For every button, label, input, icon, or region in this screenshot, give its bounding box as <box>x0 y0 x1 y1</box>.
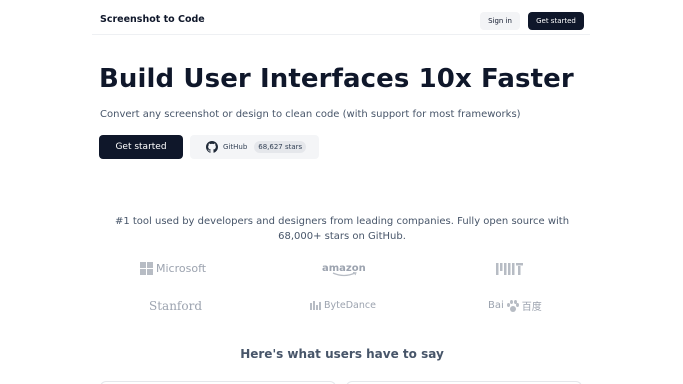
mit-logo <box>496 262 524 276</box>
brand-name[interactable]: Screenshot to Code <box>100 14 205 25</box>
hero-subtitle: Convert any screenshot or design to clea… <box>100 109 521 120</box>
github-stars-badge: 68,627 stars <box>254 141 307 153</box>
testimonials-title: Here's what users have to say <box>240 347 444 361</box>
microsoft-squares-icon <box>140 262 153 275</box>
navbar: Screenshot to Code Sign in Get started <box>0 0 683 41</box>
stanford-logo: Stanford <box>149 299 203 313</box>
amazon-logo: amazon <box>322 263 366 277</box>
sign-in-button[interactable]: Sign in <box>480 12 520 30</box>
github-button[interactable]: GitHub 68,627 stars <box>190 135 319 159</box>
bytedance-bars-icon <box>310 301 321 310</box>
social-proof-tagline: #1 tool used by developers and designers… <box>114 216 570 242</box>
microsoft-wordmark: Microsoft <box>156 262 207 275</box>
navbar-divider <box>92 34 590 35</box>
github-icon <box>206 141 218 153</box>
github-label: GitHub <box>223 143 248 151</box>
bytedance-wordmark: ByteDance <box>324 300 376 311</box>
nav-get-started-button[interactable]: Get started <box>528 12 584 30</box>
amazon-smile-icon <box>332 272 357 277</box>
baidu-logo: Bai 百度 <box>488 298 542 313</box>
mit-bars-icon <box>496 263 523 275</box>
hero-get-started-button[interactable]: Get started <box>99 135 183 159</box>
baidu-paw-icon <box>506 299 519 312</box>
baidu-wordmark-left: Bai <box>488 300 504 311</box>
hero-title: Build User Interfaces 10x Faster <box>99 64 574 94</box>
microsoft-logo: Microsoft <box>140 262 206 275</box>
bytedance-logo: ByteDance <box>310 300 376 311</box>
baidu-wordmark-right: 百度 <box>521 302 542 313</box>
